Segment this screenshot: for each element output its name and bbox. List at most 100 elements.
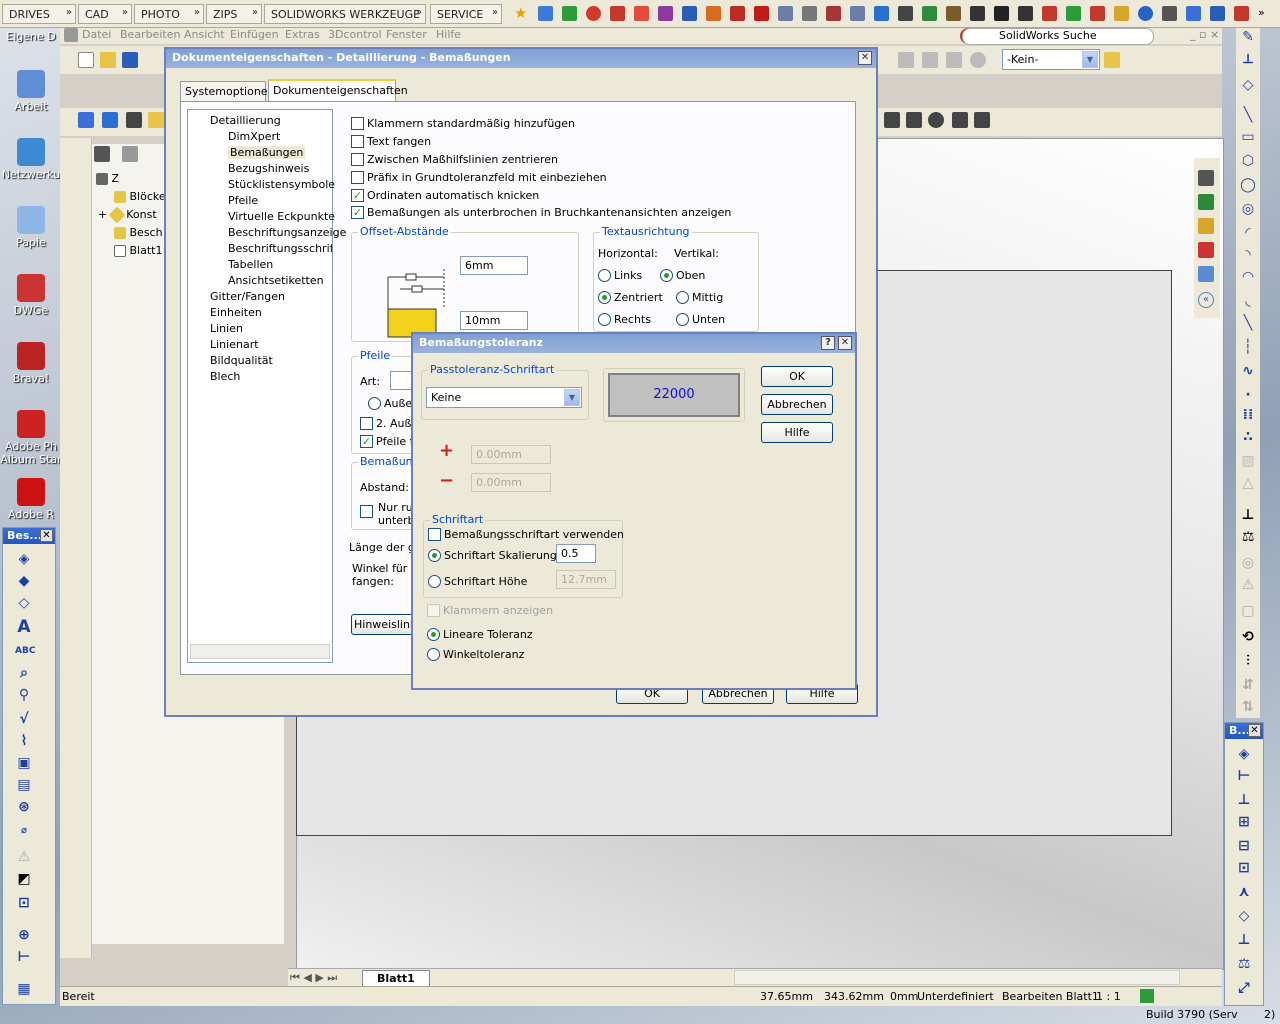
checkbox-klammern[interactable]: [351, 117, 364, 130]
point-icon[interactable]: ·: [1239, 386, 1257, 404]
cursor-icon[interactable]: [802, 6, 817, 21]
toolbar-icon[interactable]: [906, 112, 922, 128]
favorite-star-icon[interactable]: ★: [514, 6, 529, 21]
word-icon[interactable]: [682, 6, 697, 21]
rectangle-icon[interactable]: ▭: [1239, 128, 1257, 146]
tree-item-detaillierung[interactable]: Detaillierung: [210, 114, 281, 127]
app-icon[interactable]: [1234, 6, 1249, 21]
close-icon[interactable]: ✕: [858, 51, 872, 65]
radio-angular-tolerance[interactable]: [427, 648, 440, 661]
menu-einfuegen[interactable]: Einfügen: [230, 28, 279, 41]
radio-font-scale[interactable]: [428, 549, 441, 562]
app-icon[interactable]: [1138, 6, 1153, 21]
app-icon[interactable]: [850, 6, 865, 21]
radio-mittig[interactable]: [676, 291, 689, 304]
app-icon[interactable]: [562, 6, 577, 21]
pdf-icon[interactable]: [754, 6, 769, 21]
tree-item-bemassungen[interactable]: Bemaßungen: [228, 146, 306, 159]
horizontal-dimension-icon[interactable]: ⊢: [1235, 767, 1253, 785]
toolbar-icon[interactable]: [974, 112, 990, 128]
tree-horizontal-scrollbar[interactable]: [190, 644, 330, 659]
hatch-icon[interactable]: ◩: [15, 870, 33, 888]
menu-3dcontrol[interactable]: 3Dcontrol: [328, 28, 382, 41]
note-icon[interactable]: ◆: [15, 572, 33, 590]
app-icon[interactable]: [658, 6, 673, 21]
tree-item-bildqualitaet[interactable]: Bildqualität: [210, 354, 273, 367]
new-icon[interactable]: [78, 52, 94, 68]
desktop-icon[interactable]: Netzwerku: [0, 138, 62, 181]
disabled-icon[interactable]: ⇵: [1239, 676, 1257, 694]
datum-feature-icon[interactable]: ▤: [15, 776, 33, 794]
close-icon[interactable]: ✕: [838, 336, 852, 350]
smart-dimension-icon[interactable]: ◈: [1235, 745, 1253, 763]
cancel-button[interactable]: Abbrechen: [761, 394, 833, 415]
help-icon[interactable]: [1140, 989, 1154, 1003]
toolbar-icon[interactable]: [970, 52, 986, 68]
weld-icon[interactable]: ⌇: [15, 732, 33, 750]
app-icon[interactable]: [874, 6, 889, 21]
toolbar-tab-zips[interactable]: ZIPS»: [206, 4, 262, 24]
ordinate-dimension-icon[interactable]: ⊟: [1235, 837, 1253, 855]
tree-node-besch[interactable]: Besch: [114, 226, 163, 239]
toolbar-icon[interactable]: [928, 112, 944, 128]
tree-node-blatt1[interactable]: Blatt1: [114, 244, 162, 257]
circle-icon[interactable]: ◯: [1239, 176, 1257, 194]
desktop-icon[interactable]: Papie: [0, 206, 62, 249]
tree-item-dimxpert[interactable]: DimXpert: [228, 130, 280, 143]
polygon-icon[interactable]: ⬡: [1239, 152, 1257, 170]
arc-icon[interactable]: ◝: [1239, 246, 1257, 264]
hole-callout-icon[interactable]: ⌀: [15, 822, 33, 840]
home-icon[interactable]: [1198, 170, 1214, 186]
desktop-icon[interactable]: Adobe R: [0, 478, 62, 521]
search-icon[interactable]: ⌕: [15, 664, 33, 682]
toolbar-icon[interactable]: [898, 52, 914, 68]
line-icon[interactable]: ╲: [1239, 106, 1257, 124]
desktop-icon[interactable]: Arbeit: [0, 70, 62, 113]
properties-icon[interactable]: [1198, 266, 1214, 282]
offset-input-2[interactable]: 10mm: [460, 311, 528, 330]
app-icon[interactable]: [970, 6, 985, 21]
library-icon[interactable]: [1198, 194, 1214, 210]
checkbox-praefix[interactable]: [351, 171, 364, 184]
leader-lines-button[interactable]: Hinweislinien: [351, 614, 427, 635]
offset-input-1[interactable]: 6mm: [460, 256, 528, 275]
disabled-icon[interactable]: ▨: [1239, 452, 1257, 470]
app-icon[interactable]: [1210, 6, 1225, 21]
app-icon[interactable]: [1066, 6, 1081, 21]
radio-linear-tolerance[interactable]: [427, 628, 440, 641]
desktop-icon[interactable]: Brava!: [0, 342, 62, 385]
app-icon[interactable]: [1186, 6, 1201, 21]
sheet-nav-icon[interactable]: ⏮ ◀ ▶ ⏭: [290, 971, 337, 985]
tree-item-gitter-fangen[interactable]: Gitter/Fangen: [210, 290, 285, 303]
app-menu-icon[interactable]: [64, 28, 78, 42]
save-icon[interactable]: [122, 52, 138, 68]
tree-node-root[interactable]: Z: [96, 172, 119, 185]
pattern-icon[interactable]: ∴: [1239, 428, 1257, 446]
tree-item-virtuelle-eckpunkte[interactable]: Virtuelle Eckpunkte: [228, 210, 335, 223]
close-icon[interactable]: ✕: [1248, 724, 1261, 737]
app-icon[interactable]: [706, 6, 721, 21]
app-icon[interactable]: [778, 6, 793, 21]
ok-button[interactable]: OK: [761, 366, 833, 387]
circle-icon[interactable]: ◎: [1239, 200, 1257, 218]
toolbar-icon[interactable]: [946, 52, 962, 68]
relation-icon[interactable]: ⚖: [1239, 528, 1257, 546]
toolbar-icon[interactable]: [952, 112, 968, 128]
fit-font-select[interactable]: Keine ▼: [426, 387, 582, 408]
checkbox-zentrieren[interactable]: [351, 153, 364, 166]
app-icon[interactable]: [610, 6, 625, 21]
tree-node-konst[interactable]: + Konst: [98, 206, 157, 224]
datum-icon[interactable]: ⚲: [15, 686, 33, 704]
desktop-icon[interactable]: DWGe: [0, 274, 62, 317]
tree-item-tabellen[interactable]: Tabellen: [228, 258, 273, 271]
text-icon[interactable]: A: [15, 618, 33, 636]
app-icon[interactable]: [586, 6, 601, 21]
dimension-icon[interactable]: ⚖: [1235, 955, 1253, 973]
arc-icon[interactable]: ◠: [1239, 268, 1257, 286]
radio-links[interactable]: [598, 269, 611, 282]
toolbar-tab-solidworks-werkzeuge[interactable]: SOLIDWORKS WERKZEUGE»: [264, 4, 426, 24]
tree-node-bloecke[interactable]: Blöcke: [114, 190, 166, 203]
angle-dimension-icon[interactable]: ⋏: [1235, 883, 1253, 901]
close-icon[interactable]: ✕: [40, 529, 53, 542]
radio-unten[interactable]: [676, 313, 689, 326]
